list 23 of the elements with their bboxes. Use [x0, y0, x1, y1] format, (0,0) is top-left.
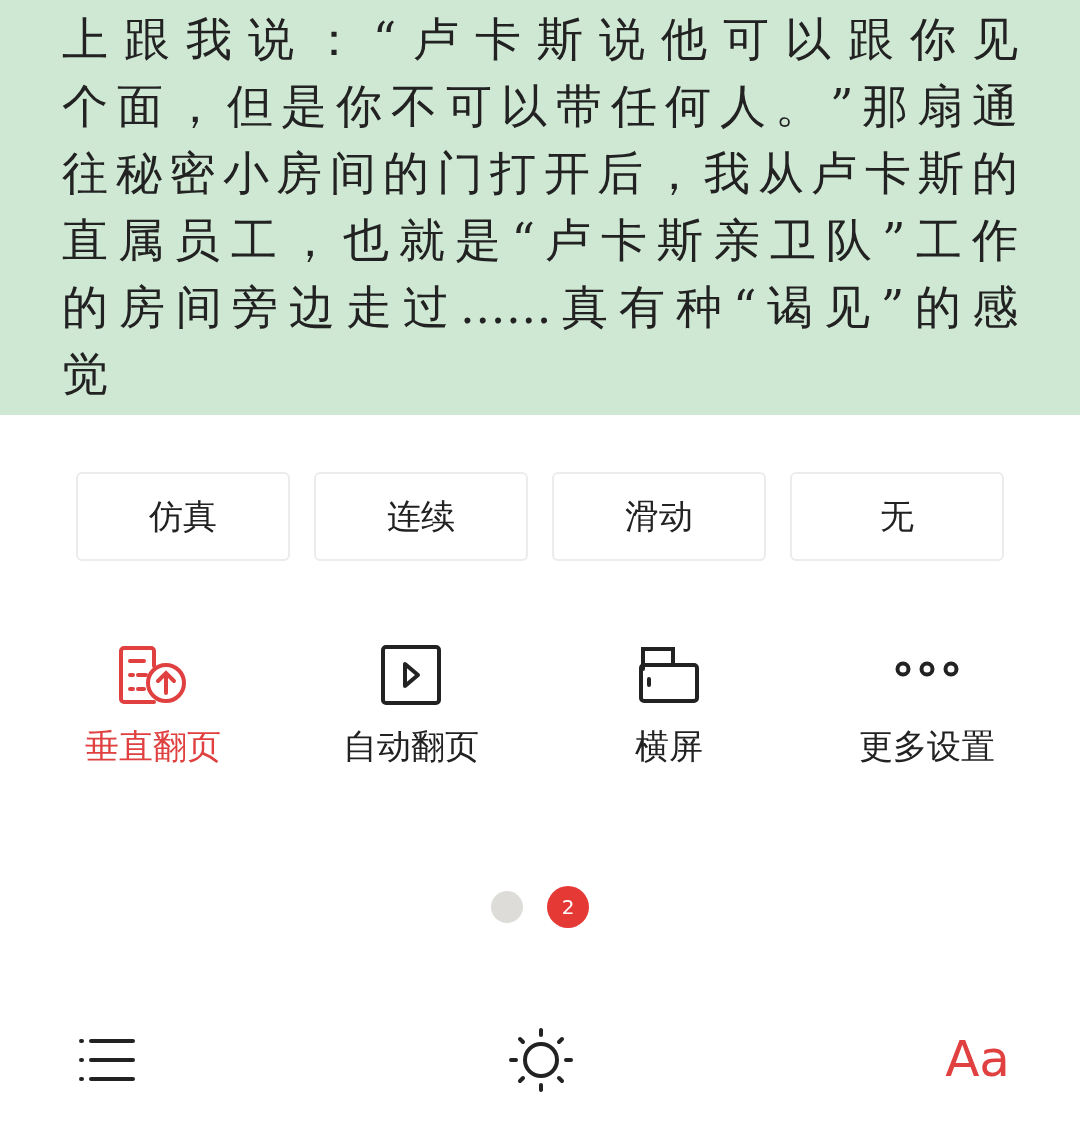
page-mode-button[interactable]: 连续 [314, 472, 528, 561]
page-dot[interactable] [491, 891, 523, 923]
landscape-icon [639, 645, 699, 705]
page-action-button[interactable]: 自动翻页 [296, 645, 526, 772]
brightness-icon[interactable] [507, 1026, 574, 1093]
page-dot[interactable]: 2 [547, 886, 589, 928]
text-line: 直属员工，也就是“卢卡斯亲卫队”工作 [62, 212, 1018, 269]
page-mode-button[interactable]: 滑动 [552, 472, 766, 561]
text-line: 觉 [62, 346, 109, 403]
text-line: 的房间旁边走过……真有种“谒见”的感 [62, 279, 1018, 336]
text-line: 个面，但是你不可以带任何人。”那扇通 [62, 78, 1018, 135]
font-settings-button[interactable]: Aa [945, 1022, 1010, 1097]
page-action-button[interactable]: 垂直翻页 [38, 645, 268, 772]
more-icon [894, 661, 960, 677]
page-up-icon [118, 645, 188, 705]
page-mode-button[interactable]: 仿真 [76, 472, 290, 561]
play-icon [381, 645, 441, 705]
page-action-button[interactable]: 横屏 [554, 645, 784, 772]
page-mode-button[interactable]: 无 [790, 472, 1004, 561]
text-line: 上跟我说：“卢卡斯说他可以跟你见 [62, 11, 1018, 68]
page-action-button[interactable]: 更多设置 [812, 645, 1042, 772]
text-line: 往秘密小房间的门打开后，我从卢卡斯的 [62, 145, 1018, 202]
menu-icon[interactable] [78, 1036, 136, 1083]
